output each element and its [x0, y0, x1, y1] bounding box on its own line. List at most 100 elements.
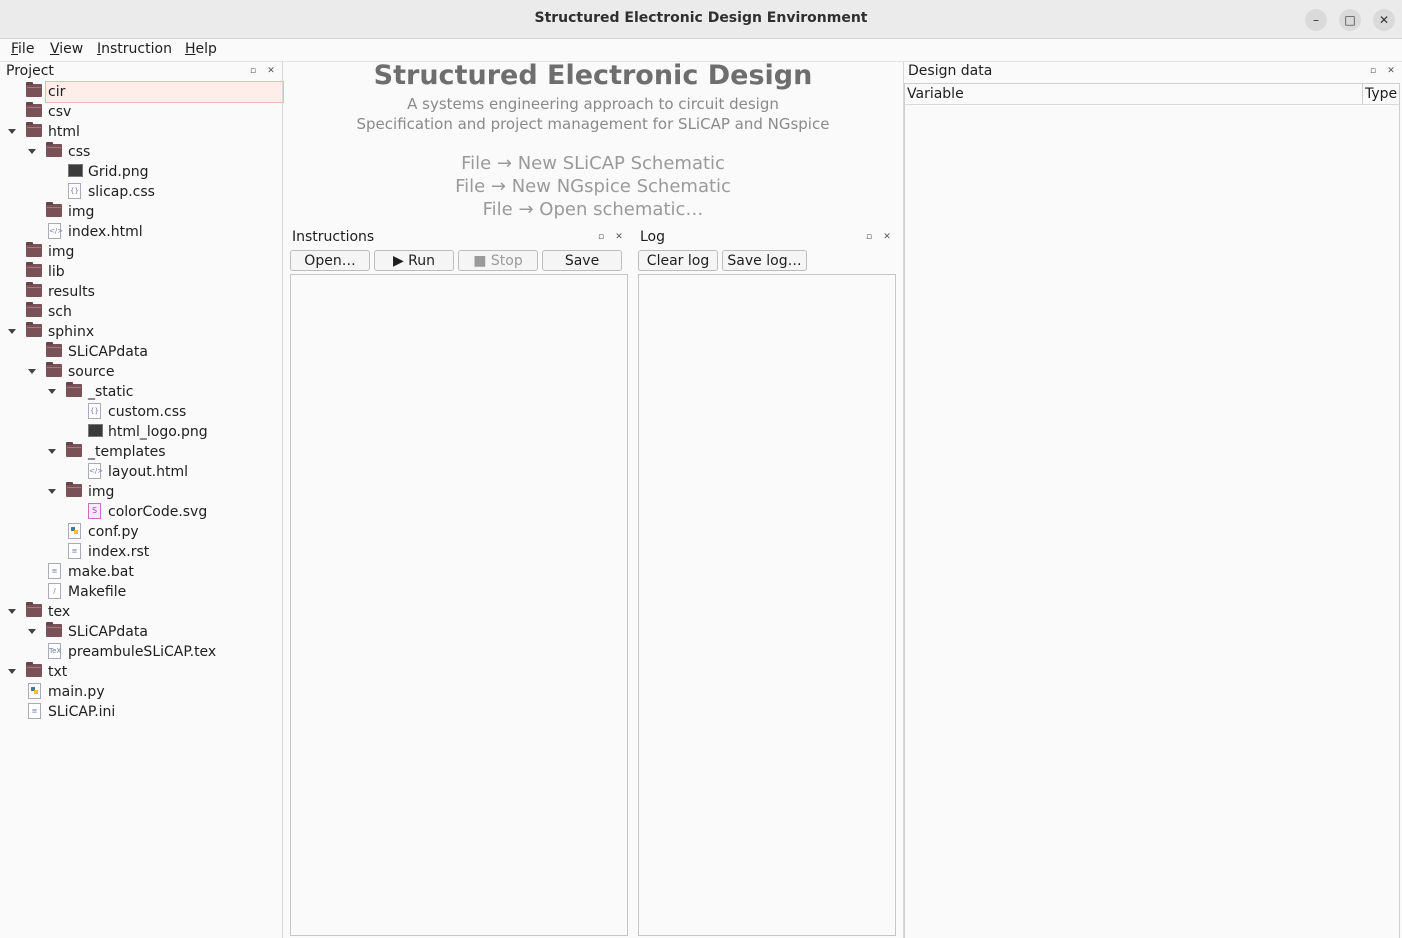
tree-item-label: _static [88, 384, 134, 400]
folder-icon [46, 202, 62, 217]
tree-item[interactable]: ScolorCode.svg [0, 502, 282, 522]
folder-icon [46, 142, 62, 157]
project-tree[interactable]: cir csv html css Grid.png {} slicap.css img </> i… [0, 81, 284, 938]
tree-item[interactable]: ≡ SLiCAP.ini [0, 702, 282, 722]
log-dock-title: Log [640, 229, 666, 245]
instructions-editor[interactable] [290, 274, 628, 936]
tree-item[interactable]: img [0, 482, 282, 502]
tree-item-label: source [68, 364, 115, 380]
open-instructions-button[interactable]: Open… [290, 250, 370, 271]
tree-item[interactable]: SLiCAPdata [0, 622, 282, 642]
instructions-dock-title: Instructions [292, 229, 375, 245]
tree-item[interactable]: source [0, 362, 282, 382]
log-view[interactable] [638, 274, 896, 936]
folder-icon [46, 622, 62, 637]
design-data-table[interactable] [904, 83, 1400, 938]
expand-arrow-icon[interactable] [48, 449, 56, 454]
text-file-icon: ≡ [68, 543, 81, 559]
project-close-icon[interactable]: ✕ [266, 66, 276, 76]
tree-item[interactable]: csv [0, 102, 282, 122]
tree-item-label: colorCode.svg [108, 504, 208, 520]
tree-item[interactable]: TeX preambuleSLiCAP.tex [0, 642, 282, 662]
folder-icon [46, 342, 62, 357]
tree-item[interactable]: img [0, 242, 282, 262]
instructions-close-icon[interactable]: ✕ [614, 232, 624, 242]
stop-button: ■ Stop [458, 250, 538, 271]
folder-icon [26, 242, 42, 257]
tree-item[interactable]: </> layout.html [0, 462, 282, 482]
tex-file-icon: TeX [48, 643, 61, 659]
expand-arrow-icon[interactable] [8, 129, 16, 134]
project-dock-title: Project [6, 63, 54, 79]
expand-arrow-icon[interactable] [8, 329, 16, 334]
expand-arrow-icon[interactable] [48, 489, 56, 494]
welcome-hint-2: File → New NGspice Schematic [455, 176, 731, 197]
project-float-icon[interactable]: ▫ [248, 66, 258, 76]
tree-item[interactable]: {} custom.css [0, 402, 282, 422]
log-close-icon[interactable]: ✕ [882, 232, 892, 242]
run-button[interactable]: ▶ Run [374, 250, 454, 271]
menu-view[interactable]: View [50, 41, 83, 57]
tree-item-label: SLiCAP.ini [48, 704, 116, 720]
close-window-button[interactable]: ✕ [1373, 9, 1395, 31]
tree-item[interactable]: html_logo.png [0, 422, 282, 442]
tree-item[interactable]: conf.py [0, 522, 282, 542]
tree-item[interactable]: main.py [0, 682, 282, 702]
welcome-subtitle-2: Specification and project management for… [356, 115, 830, 133]
tree-item-label: txt [48, 664, 68, 680]
tree-item[interactable]: Grid.png [0, 162, 282, 182]
image-file-icon [88, 424, 103, 437]
expand-arrow-icon[interactable] [28, 629, 36, 634]
menu-file[interactable]: File [11, 41, 34, 57]
tree-item-label: css [68, 144, 91, 160]
menu-instruction[interactable]: Instruction [97, 41, 172, 57]
tree-item[interactable]: lib [0, 262, 282, 282]
splitter-center[interactable] [633, 230, 634, 938]
tree-item[interactable]: / Makefile [0, 582, 282, 602]
tree-item-label: sch [48, 304, 72, 320]
tree-item[interactable]: ≡ make.bat [0, 562, 282, 582]
design-data-close-icon[interactable]: ✕ [1386, 66, 1396, 76]
menu-bar: File View Instruction Help [0, 39, 1402, 62]
tree-item[interactable]: _templates [0, 442, 282, 462]
maximize-button[interactable]: □ [1339, 9, 1361, 31]
tree-item[interactable]: css [0, 142, 282, 162]
tree-item[interactable]: sch [0, 302, 282, 322]
minimize-button[interactable]: – [1305, 9, 1327, 31]
tree-item-label: custom.css [108, 404, 187, 420]
tree-item-label: html_logo.png [108, 424, 208, 440]
instructions-float-icon[interactable]: ▫ [596, 232, 606, 242]
menu-help[interactable]: Help [185, 41, 217, 57]
tree-item[interactable]: _static [0, 382, 282, 402]
tree-item-label: img [68, 204, 95, 220]
tree-item[interactable]: </> index.html [0, 222, 282, 242]
tree-item[interactable]: SLiCAPdata [0, 342, 282, 362]
expand-arrow-icon[interactable] [28, 149, 36, 154]
column-header-variable[interactable]: Variable [905, 84, 1363, 104]
expand-arrow-icon[interactable] [8, 669, 16, 674]
tree-item[interactable]: ≡ index.rst [0, 542, 282, 562]
expand-arrow-icon[interactable] [8, 609, 16, 614]
tree-item[interactable]: cir [0, 81, 284, 103]
save-log-button[interactable]: Save log… [722, 250, 807, 271]
tree-item[interactable]: sphinx [0, 322, 282, 342]
tree-item[interactable]: img [0, 202, 282, 222]
clear-log-button[interactable]: Clear log [638, 250, 718, 271]
design-data-float-icon[interactable]: ▫ [1368, 66, 1378, 76]
tree-item-label: Makefile [68, 584, 127, 600]
tree-item[interactable]: tex [0, 602, 282, 622]
tree-item[interactable]: {} slicap.css [0, 182, 282, 202]
log-float-icon[interactable]: ▫ [864, 232, 874, 242]
design-data-dock-title: Design data [908, 63, 993, 79]
window-title: Structured Electronic Design Environment [534, 10, 868, 26]
expand-arrow-icon[interactable] [48, 389, 56, 394]
tree-item[interactable]: results [0, 282, 282, 302]
column-header-type[interactable]: Type [1363, 84, 1399, 104]
tree-item[interactable]: txt [0, 662, 282, 682]
tree-item-label: html [48, 124, 80, 140]
tree-item[interactable]: html [0, 122, 282, 142]
tree-item-label: conf.py [88, 524, 139, 540]
expand-arrow-icon[interactable] [28, 369, 36, 374]
save-instructions-button[interactable]: Save [542, 250, 622, 271]
tree-item-label: csv [48, 104, 72, 120]
